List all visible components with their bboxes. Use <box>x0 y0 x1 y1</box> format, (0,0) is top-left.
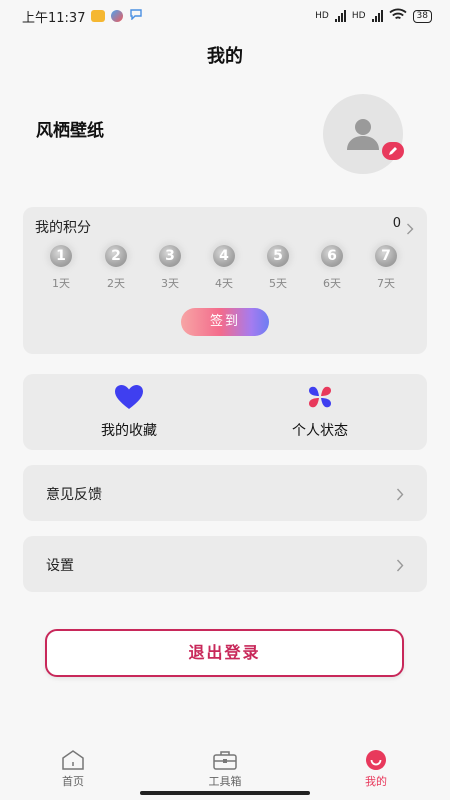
profile-name: 风栖壁纸 <box>36 121 104 141</box>
chevron-right-icon <box>396 557 404 576</box>
settings-row[interactable]: 设置 <box>23 536 427 592</box>
status-time: 上午11:37 <box>22 10 86 26</box>
status-left: 上午11:37 <box>22 7 143 26</box>
day-label: 7天 <box>377 277 395 290</box>
nav-mine[interactable]: 我的 <box>341 749 411 789</box>
my-favorites-button[interactable]: 我的收藏 <box>49 384 209 440</box>
checkin-day-6: 6 6天 <box>312 245 352 291</box>
day-label: 5天 <box>269 277 287 290</box>
avatar[interactable] <box>323 94 403 174</box>
day-number: 5 <box>267 245 289 267</box>
settings-label: 设置 <box>46 558 74 574</box>
day-number: 6 <box>321 245 343 267</box>
feedback-row[interactable]: 意见反馈 <box>23 465 427 521</box>
checkin-day-5: 5 5天 <box>258 245 298 291</box>
compass-notification-icon <box>111 10 124 22</box>
personal-status-button[interactable]: 个人状态 <box>240 384 400 440</box>
day-label: 3天 <box>161 277 179 290</box>
checkin-day-2: 2 2天 <box>96 245 136 291</box>
toolbox-icon <box>213 751 237 770</box>
nav-tools[interactable]: 工具箱 <box>190 749 260 789</box>
points-chevron-right-icon[interactable] <box>406 220 414 239</box>
home-indicator <box>140 791 310 795</box>
checkin-day-3: 3 3天 <box>150 245 190 291</box>
chat-notification-icon <box>129 8 143 24</box>
user-placeholder-icon <box>347 119 379 150</box>
day-label: 2天 <box>107 277 125 290</box>
checkin-day-7: 7 7天 <box>366 245 406 291</box>
chevron-right-icon <box>396 486 404 505</box>
my-favorites-label: 我的收藏 <box>101 423 157 439</box>
signal-icon-1 <box>334 10 346 22</box>
day-label: 4天 <box>215 277 233 290</box>
checkin-day-1: 1 1天 <box>41 245 81 291</box>
day-label: 6天 <box>323 277 341 290</box>
nav-mine-label: 我的 <box>365 775 387 788</box>
pencil-icon <box>389 147 397 155</box>
clover-icon <box>309 386 331 408</box>
network-label-1: HD <box>315 11 329 21</box>
wifi-icon <box>388 8 407 24</box>
edit-avatar-button[interactable] <box>382 142 404 160</box>
page-title: 我的 <box>207 46 243 67</box>
nav-tools-label: 工具箱 <box>208 775 242 788</box>
personal-status-label: 个人状态 <box>292 423 348 439</box>
day-number: 7 <box>375 245 397 267</box>
bottom-nav: 首页 工具箱 我的 <box>0 745 450 790</box>
signal-icon-2 <box>371 10 383 22</box>
message-notification-icon <box>91 10 106 22</box>
status-bar: 上午11:37 HD HD 38 <box>0 0 450 32</box>
day-number: 2 <box>105 245 127 267</box>
home-icon <box>62 750 84 770</box>
quick-actions-card: 我的收藏 个人状态 <box>23 374 427 450</box>
nav-home-label: 首页 <box>62 775 84 788</box>
battery-level: 38 <box>416 11 428 21</box>
day-number: 4 <box>213 245 235 267</box>
checkin-day-4: 4 4天 <box>204 245 244 291</box>
day-label: 1天 <box>52 277 70 290</box>
checkin-button[interactable]: 签到 <box>181 308 269 336</box>
battery-icon: 38 <box>412 9 432 23</box>
day-number: 1 <box>50 245 72 267</box>
logout-button[interactable]: 退出登录 <box>45 629 404 677</box>
status-right: HD HD 38 <box>315 8 432 24</box>
smile-face-icon <box>366 750 386 770</box>
heart-icon <box>115 385 143 409</box>
network-label-2: HD <box>351 11 366 21</box>
nav-home[interactable]: 首页 <box>38 749 108 789</box>
points-count: 0 <box>392 216 401 231</box>
day-number: 3 <box>159 245 181 267</box>
points-card: 我的积分 0 1 1天 2 2天 3 3天 4 4天 5 5天 6 6天 7 7… <box>23 207 427 354</box>
feedback-label: 意见反馈 <box>46 487 102 503</box>
points-title: 我的积分 <box>35 220 91 236</box>
